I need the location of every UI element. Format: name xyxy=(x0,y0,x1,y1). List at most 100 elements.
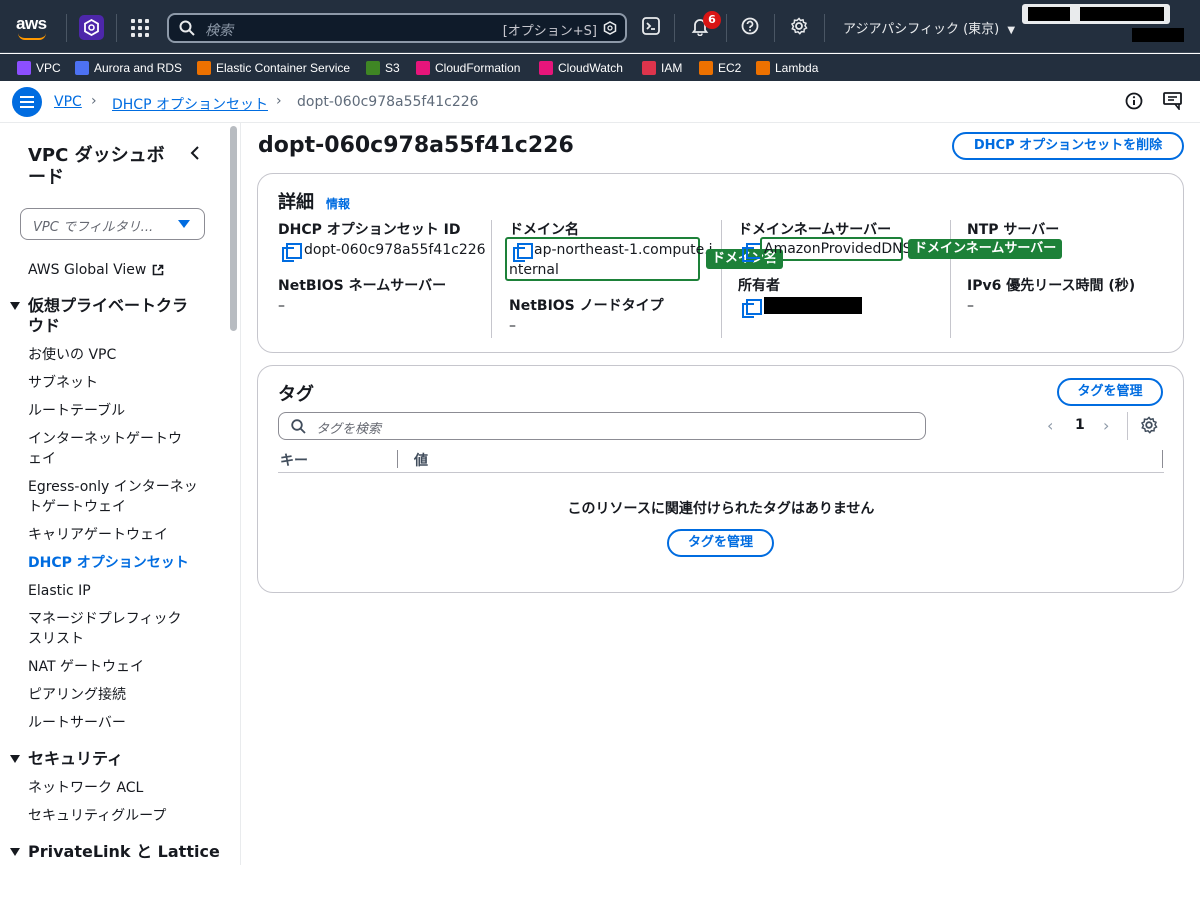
details-heading: 詳細 xyxy=(278,192,314,213)
sidebar-section-security[interactable]: セキュリティ xyxy=(10,749,123,769)
sidebar-item-internet-gateways[interactable]: インターネットゲートウェイ xyxy=(28,429,193,469)
sidebar-item-network-acls[interactable]: ネットワーク ACL xyxy=(28,778,143,798)
fav-aurora-rds[interactable]: Aurora and RDS xyxy=(75,60,182,76)
hamburger-menu-button[interactable] xyxy=(12,87,42,117)
external-link-icon xyxy=(153,264,164,276)
fav-s3[interactable]: S3 xyxy=(366,60,400,76)
fav-ecs[interactable]: Elastic Container Service xyxy=(197,60,350,76)
sidebar-item-route-servers[interactable]: ルートサーバー xyxy=(28,713,126,733)
sidebar-item-dhcp-option-sets[interactable]: DHCP オプションセット xyxy=(28,553,189,573)
column-resizer[interactable] xyxy=(1162,450,1163,468)
divider xyxy=(240,123,241,865)
fav-cloudformation[interactable]: CloudFormation xyxy=(416,60,520,76)
vpc-service-icon xyxy=(17,61,31,75)
fav-cloudwatch[interactable]: CloudWatch xyxy=(539,60,623,76)
redacted-block xyxy=(764,297,862,314)
settings-gear-icon[interactable] xyxy=(1140,416,1158,434)
fav-lambda[interactable]: Lambda xyxy=(756,60,818,76)
fav-ec2[interactable]: EC2 xyxy=(699,60,741,76)
ecs-service-icon xyxy=(197,61,211,75)
feedback-icon[interactable] xyxy=(1163,92,1183,110)
fav-label: Lambda xyxy=(775,61,819,75)
ipv6-lease-value: – xyxy=(967,298,974,314)
account-menu[interactable] xyxy=(1022,4,1170,24)
dns-annotation-tag: ドメインネームサーバー xyxy=(908,239,1063,259)
tag-search-input[interactable]: タグを検索 xyxy=(316,418,381,437)
page-title: dopt-060c978a55f41c226 xyxy=(258,133,574,158)
copy-icon[interactable] xyxy=(513,243,533,262)
breadcrumb-vpc[interactable]: VPC xyxy=(54,94,82,110)
sidebar-item-route-tables[interactable]: ルートテーブル xyxy=(28,401,125,421)
top-navigation: aws 検索 [オプション+S] 6 アジアパシフィック (東京) ▼ xyxy=(0,0,1200,53)
cloudshell-icon[interactable] xyxy=(642,17,660,35)
search-input[interactable]: 検索 xyxy=(205,20,233,40)
favorites-bar: VPC Aurora and RDS Elastic Container Ser… xyxy=(0,54,1200,81)
services-grid-icon[interactable] xyxy=(131,19,149,37)
fav-iam[interactable]: IAM xyxy=(642,60,682,76)
page-number[interactable]: 1 xyxy=(1075,417,1085,433)
ec2-service-icon xyxy=(699,61,713,75)
fav-label: CloudFormation xyxy=(435,61,521,75)
sidebar-title[interactable]: VPC ダッシュボード xyxy=(28,145,178,189)
chevron-left-icon[interactable]: ‹ xyxy=(1047,416,1053,435)
chevron-left-icon[interactable] xyxy=(188,145,202,161)
manage-tags-button[interactable]: タグを管理 xyxy=(1057,378,1163,406)
sidebar-section-privatelink[interactable]: PrivateLink と Lattice xyxy=(10,842,220,862)
tag-search-field[interactable]: タグを検索 xyxy=(278,412,926,440)
sidebar-item-egress-only-gateways[interactable]: Egress-only インターネットゲートウェイ xyxy=(28,477,198,517)
netbios-ns-value: – xyxy=(278,298,285,314)
breadcrumb-dhcp[interactable]: DHCP オプションセット xyxy=(112,94,268,114)
sidebar-item-subnets[interactable]: サブネット xyxy=(28,373,98,393)
region-selector[interactable]: アジアパシフィック (東京) ▼ xyxy=(843,18,1015,37)
sidebar-item-security-groups[interactable]: セキュリティグループ xyxy=(28,806,166,826)
fav-label: EC2 xyxy=(718,61,742,75)
chevron-right-icon: › xyxy=(276,93,282,109)
help-icon[interactable] xyxy=(741,17,759,35)
table-header-divider xyxy=(278,472,1164,473)
copy-icon[interactable] xyxy=(742,299,762,318)
fav-label: Elastic Container Service xyxy=(216,61,351,75)
sidebar-item-label: AWS Global View xyxy=(28,262,147,278)
copy-icon[interactable] xyxy=(282,243,302,262)
global-search[interactable]: 検索 [オプション+S] xyxy=(167,13,627,43)
search-icon xyxy=(291,419,306,434)
sidebar-item-managed-prefix-lists[interactable]: マネージドプレフィックスリスト xyxy=(28,609,188,649)
caret-down-icon xyxy=(10,302,20,310)
search-icon xyxy=(179,20,195,36)
sidebar-item-peering-connections[interactable]: ピアリング接続 xyxy=(28,685,126,705)
caret-down-icon xyxy=(10,848,20,856)
breadcrumb: VPC › DHCP オプションセット › dopt-060c978a55f41… xyxy=(0,81,1200,123)
sidebar-item-global-view[interactable]: AWS Global View xyxy=(28,260,164,280)
sidebar-filter[interactable]: VPC でフィルタリ... xyxy=(20,208,205,240)
amazon-q-icon[interactable] xyxy=(79,15,104,40)
sidebar-item-elastic-ip[interactable]: Elastic IP xyxy=(28,581,91,601)
caret-down-icon: ▼ xyxy=(1007,25,1016,36)
column-header-key[interactable]: キー xyxy=(280,450,308,470)
domain-name-value-line1: ap-northeast-1.compute.i xyxy=(534,242,713,258)
info-link[interactable]: 情報 xyxy=(326,195,350,212)
sidebar-filter-input[interactable]: VPC でフィルタリ... xyxy=(33,216,153,235)
lambda-service-icon xyxy=(756,61,770,75)
sidebar-section-label: PrivateLink と Lattice xyxy=(28,842,220,861)
fav-vpc[interactable]: VPC xyxy=(17,60,61,76)
breadcrumb-current: dopt-060c978a55f41c226 xyxy=(297,94,479,110)
gear-icon[interactable] xyxy=(790,17,808,35)
delete-dhcp-button[interactable]: DHCP オプションセットを削除 xyxy=(952,132,1184,160)
aws-smile-icon xyxy=(18,33,46,40)
column-header-value[interactable]: 値 xyxy=(414,450,428,470)
sidebar-item-nat-gateways[interactable]: NAT ゲートウェイ xyxy=(28,657,144,677)
cloudwatch-service-icon xyxy=(539,61,553,75)
owner-label: 所有者 xyxy=(738,278,780,294)
column-resizer[interactable] xyxy=(397,450,398,468)
empty-manage-tags-button[interactable]: タグを管理 xyxy=(667,529,774,557)
amazon-q-mini-icon[interactable] xyxy=(603,21,617,35)
info-icon[interactable] xyxy=(1125,92,1143,110)
sidebar-section-vpc[interactable]: 仮想プライベートクラウド xyxy=(10,296,200,336)
sidebar-item-your-vpcs[interactable]: お使いの VPC xyxy=(28,345,116,365)
aws-logo[interactable]: aws xyxy=(14,12,54,42)
fav-label: IAM xyxy=(661,61,683,75)
sidebar-item-carrier-gateways[interactable]: キャリアゲートウェイ xyxy=(28,525,168,545)
chevron-right-icon[interactable]: › xyxy=(1103,416,1109,435)
sidebar-scrollbar[interactable] xyxy=(230,126,237,331)
copy-icon[interactable] xyxy=(742,243,762,262)
